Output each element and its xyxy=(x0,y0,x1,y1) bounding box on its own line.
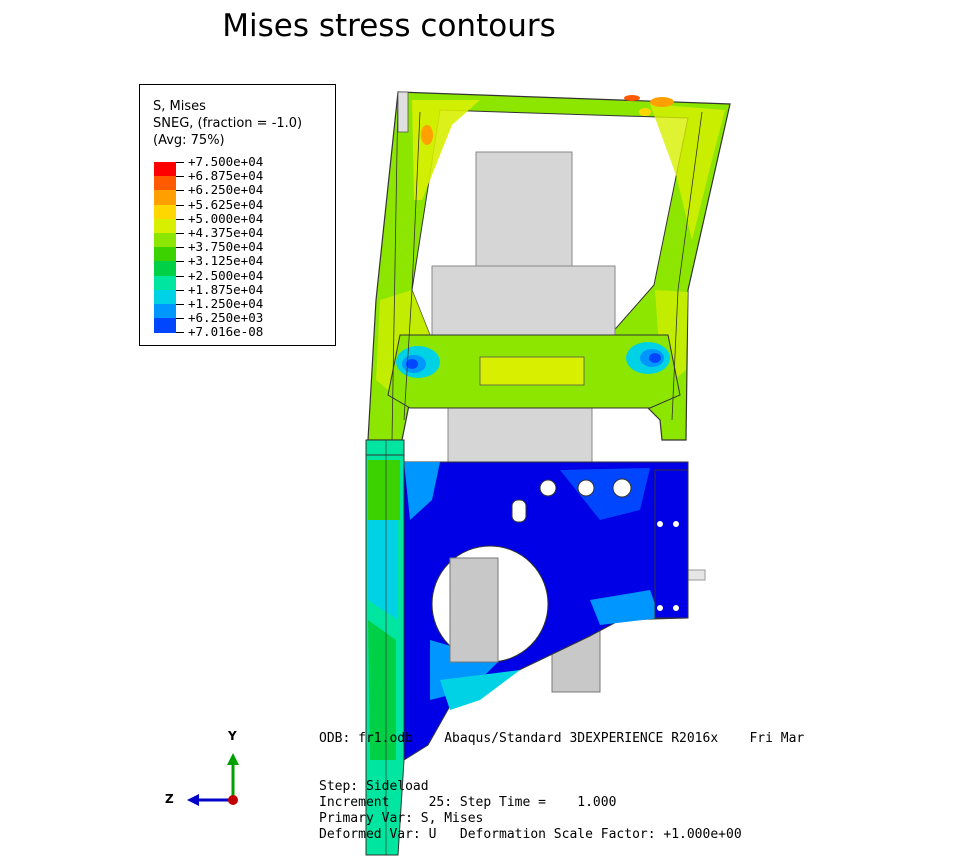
legend-variable: S, Mises xyxy=(153,99,206,114)
legend-level-label: +6.875e+04 xyxy=(188,168,264,184)
legend-tick xyxy=(176,304,184,305)
deformed-var-info-line: Deformed Var: U Deformation Scale Factor… xyxy=(319,827,742,842)
legend-tick xyxy=(176,275,184,277)
legend-avg: (Avg: 75%) xyxy=(153,133,225,148)
legend-sneg: SNEG, (fraction = -1.0) xyxy=(153,116,303,131)
legend-level-label: +1.875e+04 xyxy=(188,281,264,297)
legend-level-label: +7.016e-08 xyxy=(188,324,264,340)
legend-tick xyxy=(176,233,184,234)
legend-swatch xyxy=(154,318,176,333)
legend-swatch xyxy=(154,218,176,234)
primary-var-info-line: Primary Var: S, Mises xyxy=(319,811,484,826)
lower-plate xyxy=(403,461,689,761)
legend-level-label: +3.125e+04 xyxy=(188,253,264,269)
legend-tick xyxy=(176,204,184,206)
odb-info-line: ODB: fr1.odb Abaqus/Standard 3DEXPERIENC… xyxy=(319,731,805,746)
x-axis-point xyxy=(228,795,238,805)
legend-level-label: +5.625e+04 xyxy=(188,196,264,212)
z-axis-label: Z xyxy=(165,792,174,806)
z-axis-arrowhead xyxy=(187,794,199,806)
legend-level-label: +5.000e+04 xyxy=(188,210,264,226)
y-axis-label: Y xyxy=(228,729,237,743)
legend-swatch xyxy=(154,247,176,262)
legend-swatch xyxy=(154,275,176,290)
contour-legend: S, Mises SNEG, (fraction = -1.0) (Avg: 7… xyxy=(139,84,336,346)
legend-level-label: +1.250e+04 xyxy=(188,296,264,311)
legend-tick xyxy=(176,289,184,291)
legend-level-label: +4.375e+04 xyxy=(188,225,264,240)
legend-tick xyxy=(176,261,184,263)
legend-tick xyxy=(176,162,184,163)
upper-frame xyxy=(367,91,731,441)
legend-swatch xyxy=(154,204,176,219)
view-triad xyxy=(187,753,239,806)
legend-level-label: +6.250e+03 xyxy=(188,310,264,326)
legend-tick xyxy=(176,247,184,249)
legend-header: S, Mises SNEG, (fraction = -1.0) (Avg: 7… xyxy=(153,98,302,149)
legend-level-label: +3.750e+04 xyxy=(188,239,264,255)
legend-tick xyxy=(176,190,184,192)
increment-info-line: Increment 25: Step Time = 1.000 xyxy=(319,795,617,810)
legend-level-label: +2.500e+04 xyxy=(188,267,264,283)
legend-tick xyxy=(176,318,184,320)
y-axis-arrowhead xyxy=(227,753,239,765)
legend-tick xyxy=(176,176,184,178)
legend-swatch xyxy=(154,289,176,305)
legend-level-label: +6.250e+04 xyxy=(188,182,264,198)
legend-swatch xyxy=(154,162,176,177)
legend-swatch xyxy=(154,304,176,319)
legend-swatch xyxy=(154,261,176,276)
legend-level-label: +7.500e+04 xyxy=(188,154,264,169)
legend-tick xyxy=(176,332,184,334)
legend-swatch xyxy=(154,176,176,191)
legend-swatch xyxy=(154,233,176,248)
legend-tick xyxy=(176,218,184,220)
step-info-line: Step: Sideload xyxy=(319,779,429,794)
legend-swatch xyxy=(154,190,176,205)
